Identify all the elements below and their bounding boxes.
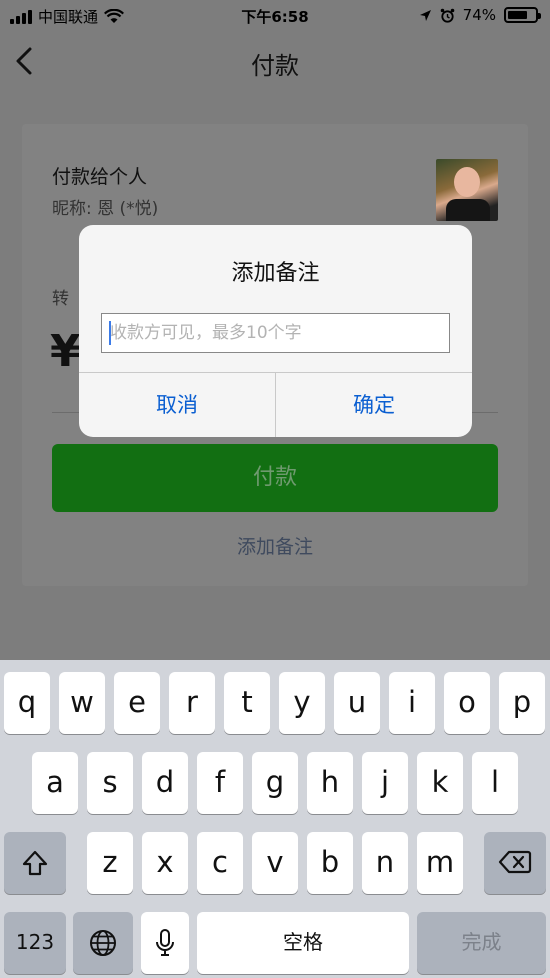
status-bar: 中国联通 下午6:58 74% xyxy=(0,0,550,32)
key-w[interactable]: w xyxy=(59,672,105,734)
key-f[interactable]: f xyxy=(197,752,243,814)
page-title: 付款 xyxy=(251,52,299,80)
add-note-link[interactable]: 添加备注 xyxy=(22,532,528,559)
key-n[interactable]: n xyxy=(362,832,408,894)
key-c[interactable]: c xyxy=(197,832,243,894)
note-input[interactable] xyxy=(101,313,450,353)
alarm-icon xyxy=(440,8,454,23)
keyboard: q w e r t y u i o p a s d f g h j k l z … xyxy=(0,660,550,978)
key-k[interactable]: k xyxy=(417,752,463,814)
key-z[interactable]: z xyxy=(87,832,133,894)
key-d[interactable]: d xyxy=(142,752,188,814)
mic-key[interactable] xyxy=(141,912,189,974)
key-m[interactable]: m xyxy=(417,832,463,894)
currency-symbol: ¥ xyxy=(50,326,81,377)
payee-heading: 付款给个人 xyxy=(52,166,148,188)
key-o[interactable]: o xyxy=(444,672,490,734)
key-y[interactable]: y xyxy=(279,672,325,734)
amount-label: 转 xyxy=(52,289,69,309)
key-a[interactable]: a xyxy=(32,752,78,814)
battery-level-fill xyxy=(508,11,528,19)
key-r[interactable]: r xyxy=(169,672,215,734)
globe-key[interactable] xyxy=(73,912,133,974)
cancel-button[interactable]: 取消 xyxy=(79,373,275,437)
shift-icon xyxy=(22,850,48,876)
key-l[interactable]: l xyxy=(472,752,518,814)
key-x[interactable]: x xyxy=(142,832,188,894)
delete-key[interactable] xyxy=(484,832,546,894)
key-i[interactable]: i xyxy=(389,672,435,734)
shift-key[interactable] xyxy=(4,832,66,894)
key-u[interactable]: u xyxy=(334,672,380,734)
add-note-dialog: 添加备注 取消 确定 xyxy=(79,225,472,437)
confirm-button[interactable]: 确定 xyxy=(276,373,472,437)
text-caret xyxy=(109,321,111,345)
key-h[interactable]: h xyxy=(307,752,353,814)
payee-nickname: 昵称: 恩 (*悦) xyxy=(52,199,159,219)
key-t[interactable]: t xyxy=(224,672,270,734)
battery-percent: 74% xyxy=(462,6,496,24)
key-b[interactable]: b xyxy=(307,832,353,894)
avatar xyxy=(436,159,498,221)
done-key[interactable]: 完成 xyxy=(417,912,546,974)
delete-icon xyxy=(498,850,532,874)
key-g[interactable]: g xyxy=(252,752,298,814)
key-v[interactable]: v xyxy=(252,832,298,894)
location-icon xyxy=(419,9,431,21)
microphone-icon xyxy=(156,929,174,956)
key-s[interactable]: s xyxy=(87,752,133,814)
key-e[interactable]: e xyxy=(114,672,160,734)
key-q[interactable]: q xyxy=(4,672,50,734)
status-right: 74% xyxy=(419,6,541,24)
battery-icon xyxy=(504,7,541,23)
key-j[interactable]: j xyxy=(362,752,408,814)
globe-icon xyxy=(90,930,116,956)
key-p[interactable]: p xyxy=(499,672,545,734)
dialog-title: 添加备注 xyxy=(231,261,320,286)
space-key[interactable]: 空格 xyxy=(197,912,409,974)
pay-button[interactable]: 付款 xyxy=(52,444,498,512)
numbers-key[interactable]: 123 xyxy=(4,912,66,974)
nav-bar: 付款 xyxy=(0,32,550,92)
